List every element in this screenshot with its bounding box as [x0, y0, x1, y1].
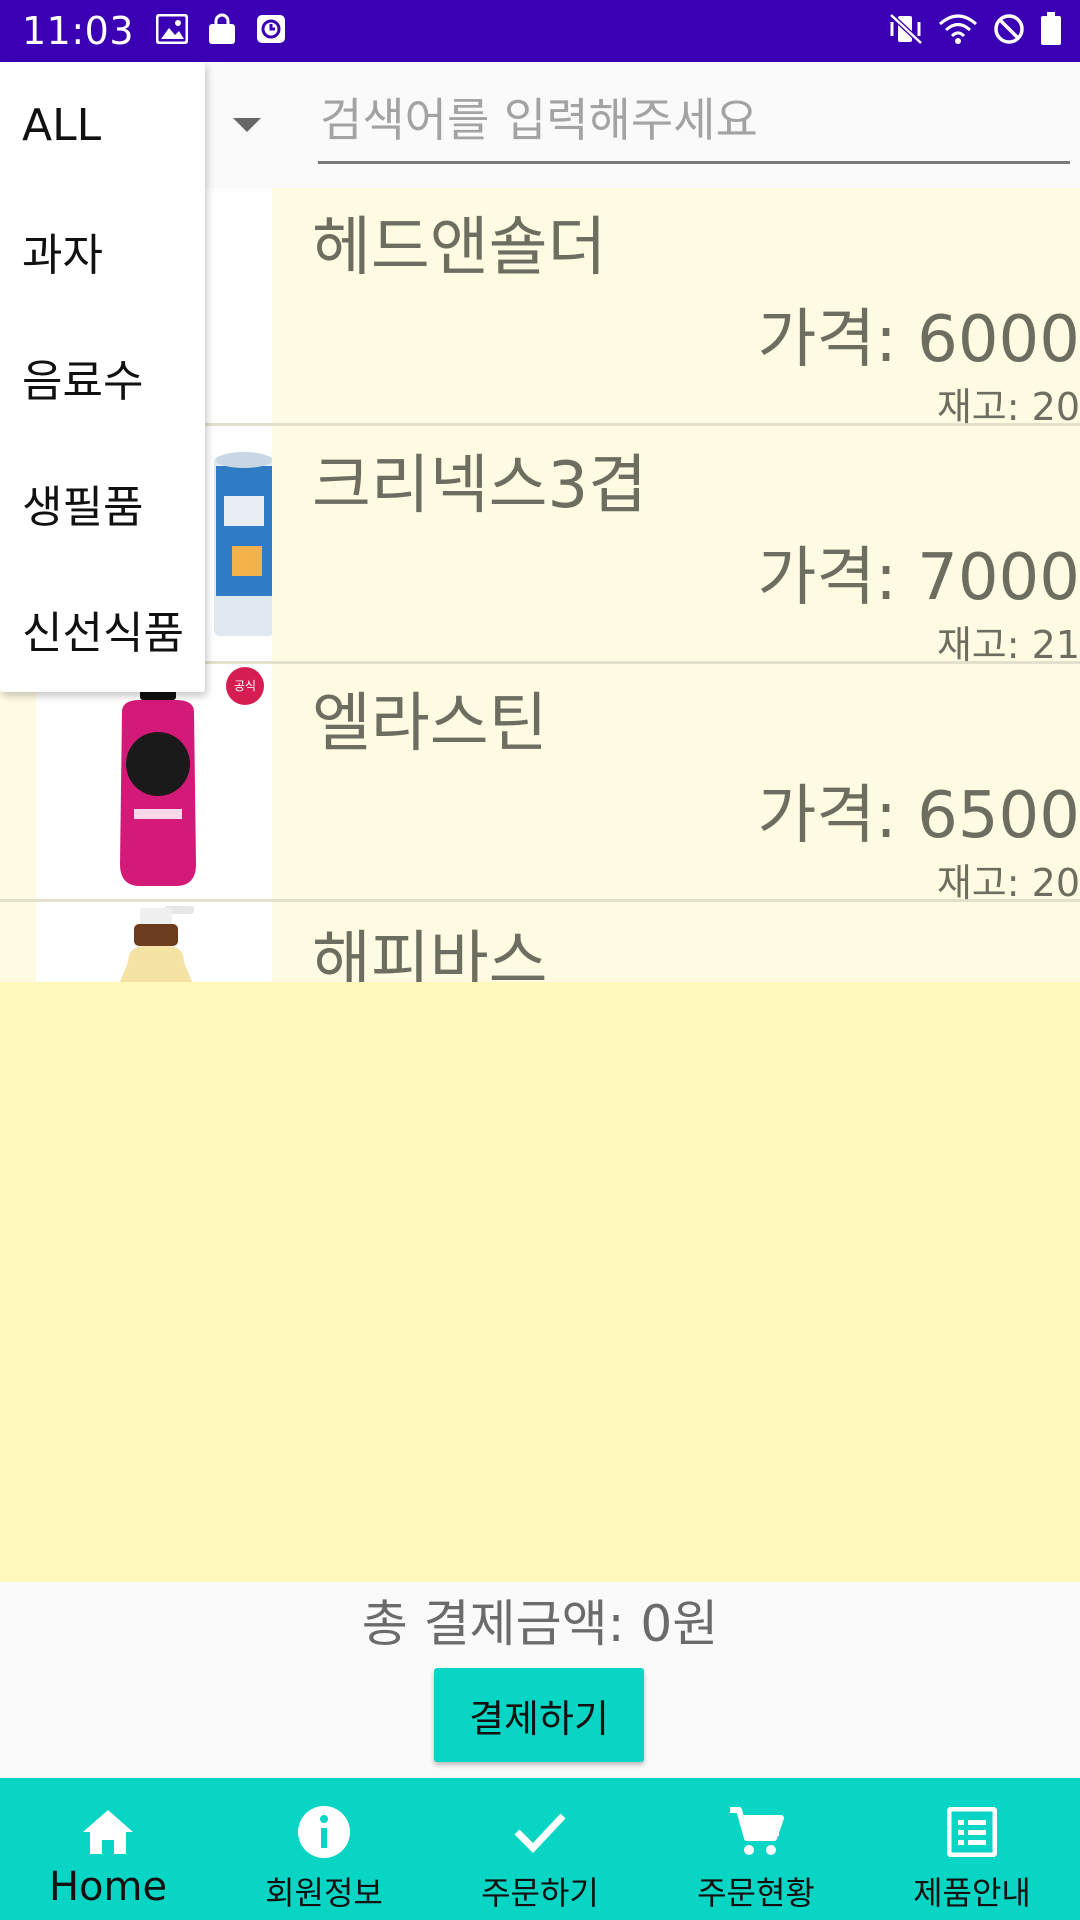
product-image: 공식 [36, 664, 272, 899]
empty-area [0, 982, 1080, 1582]
battery-icon [1040, 12, 1062, 50]
list-item[interactable]: 공식 엘라스틴 가격: 6500 재고: 20 [0, 664, 1080, 905]
bottom-nav: Home 회원정보 주문하기 주문현황 제품안내 [0, 1778, 1080, 1920]
do-not-disturb-icon [992, 12, 1026, 50]
product-stock: 재고: 20 [936, 861, 1080, 905]
nav-label: Home [48, 1864, 168, 1910]
info-icon [296, 1802, 352, 1862]
product-name: 헤드앤숄더 [312, 211, 607, 285]
nav-label: 회원정보 [265, 1874, 383, 1912]
nav-item-member-info[interactable]: 회원정보 [216, 1778, 432, 1920]
official-badge-text: 공식 [234, 679, 256, 693]
product-stock: 재고: 21 [936, 623, 1080, 667]
product-price: 가격: 6500 [757, 779, 1080, 853]
image-icon [155, 13, 189, 48]
dropdown-option-fresh-food[interactable]: 신선식품 [0, 566, 205, 692]
shopping-bag-icon [206, 13, 238, 49]
wifi-icon [938, 12, 978, 50]
nav-item-home[interactable]: Home [0, 1778, 216, 1920]
pay-button[interactable]: 결제하기 [434, 1668, 644, 1762]
nav-label: 주문하기 [481, 1874, 599, 1912]
category-dropdown: ALL 과자 음료수 생필품 신선식품 [0, 62, 205, 692]
nav-label: 주문현황 [697, 1874, 815, 1912]
nav-item-order[interactable]: 주문하기 [432, 1778, 648, 1920]
product-name: 해피바스 [312, 925, 548, 982]
product-name: 크리넥스3겹 [312, 449, 648, 523]
vibrate-mute-icon [888, 12, 924, 50]
status-time: 11:03 [22, 9, 135, 53]
cart-icon [728, 1802, 784, 1862]
search-input[interactable] [318, 86, 1070, 164]
total-amount: 총 결제금액: 0원 [361, 1595, 719, 1653]
product-stock: 재고: 20 [936, 385, 1080, 429]
product-price: 가격: 7000 [757, 541, 1080, 615]
list-item[interactable]: 해피바스 [0, 902, 1080, 982]
dropdown-option-drinks[interactable]: 음료수 [0, 314, 205, 440]
nav-item-product-info[interactable]: 제품안내 [864, 1778, 1080, 1920]
home-icon [81, 1802, 135, 1862]
nav-item-order-status[interactable]: 주문현황 [648, 1778, 864, 1920]
dropdown-option-all[interactable]: ALL [0, 62, 205, 188]
status-bar: 11:03 [0, 0, 1080, 62]
product-name: 엘라스틴 [312, 687, 548, 761]
product-price: 가격: 6000 [757, 303, 1080, 377]
check-icon [513, 1802, 567, 1862]
product-image [36, 902, 272, 982]
nav-label: 제품안내 [913, 1874, 1031, 1912]
dropdown-option-snacks[interactable]: 과자 [0, 188, 205, 314]
clock-app-icon [256, 14, 286, 48]
chevron-down-icon[interactable] [233, 118, 261, 132]
list-icon [947, 1802, 997, 1862]
dropdown-option-daily-goods[interactable]: 생필품 [0, 440, 205, 566]
